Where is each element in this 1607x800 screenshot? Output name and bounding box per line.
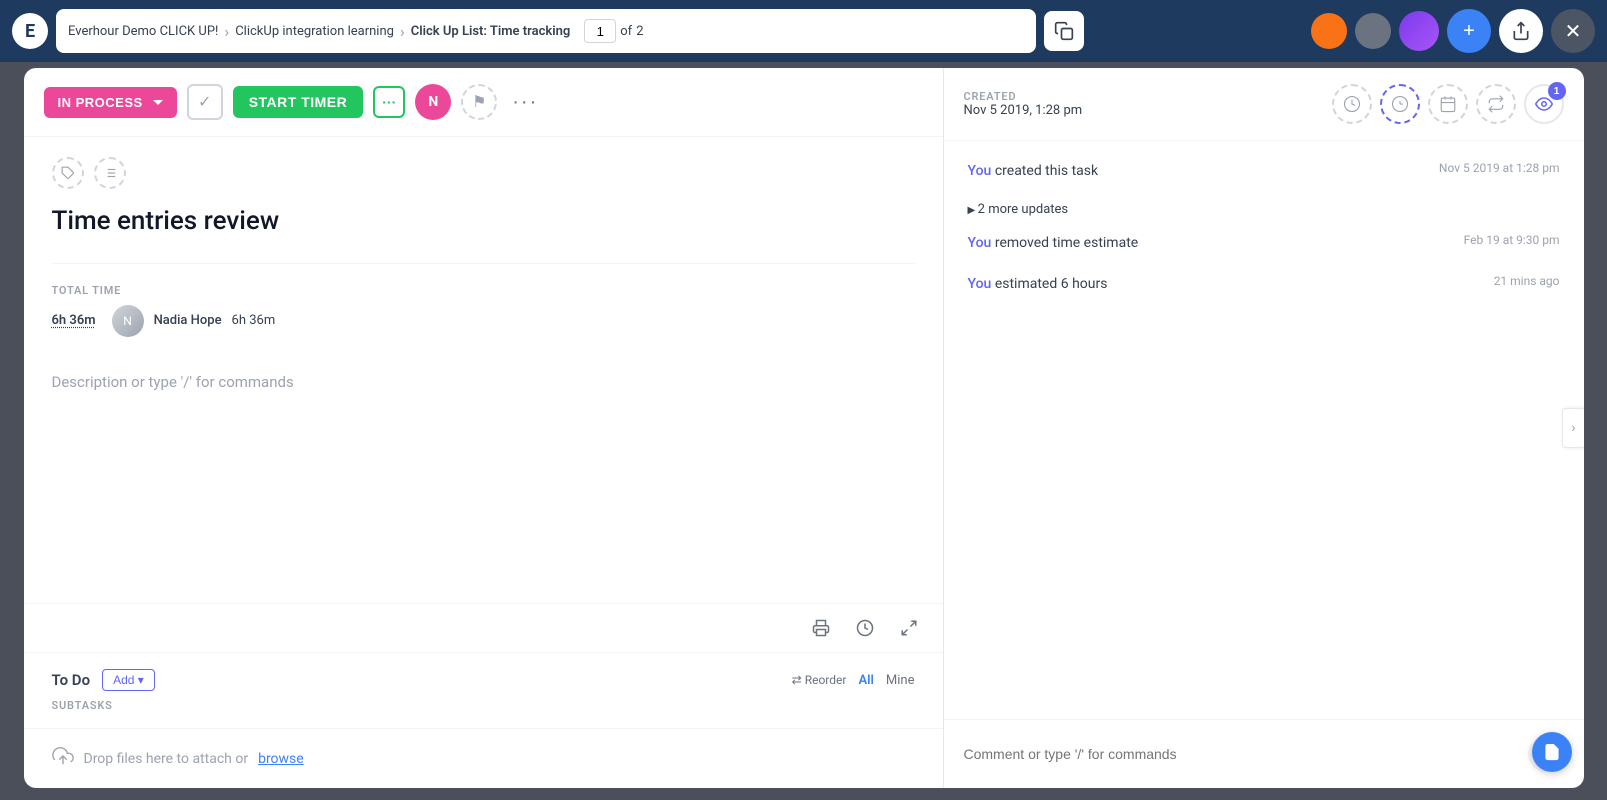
activity-actor-0: You xyxy=(968,163,992,179)
task-toolbar: IN PROCESS ✓ START TIMER ··· N ⚑ ··· xyxy=(24,68,943,137)
attach-area: Drop files here to attach or browse xyxy=(24,728,943,788)
editor-bottom-toolbar xyxy=(24,603,943,652)
filter-mine-button[interactable]: Mine xyxy=(886,673,915,688)
right-panel: CREATED Nov 5 2019, 1:28 pm xyxy=(944,68,1584,788)
toolbar-more-button[interactable]: ··· xyxy=(507,84,543,120)
total-time-label: TOTAL TIME xyxy=(52,284,915,297)
time-section: TOTAL TIME 6h 36m N Nadia Hope 6h 36m xyxy=(52,263,915,337)
created-label: CREATED xyxy=(964,90,1083,103)
copy-link-button[interactable] xyxy=(1044,11,1084,51)
breadcrumb-home[interactable]: Everhour Demo CLICK UP! xyxy=(68,24,218,39)
activity-feed: You created this task Nov 5 2019 at 1:28… xyxy=(944,141,1584,719)
nav-right-actions: + ✕ xyxy=(1311,9,1595,53)
assignee-avatar[interactable]: N xyxy=(415,84,451,120)
ellipsis-icon: ··· xyxy=(382,94,396,110)
start-timer-button[interactable]: START TIMER xyxy=(233,86,364,118)
breadcrumb-task[interactable]: Click Up List: Time tracking xyxy=(411,24,570,39)
browse-link[interactable]: browse xyxy=(258,751,304,767)
calendar-icon-button[interactable] xyxy=(1428,84,1468,124)
todo-section: To Do Add ▾ ⇄ Reorder All Mine SUBTASKS xyxy=(24,652,943,728)
todo-header: To Do Add ▾ ⇄ Reorder All Mine xyxy=(52,669,915,691)
subtasks-label: SUBTASKS xyxy=(52,699,915,712)
close-button[interactable]: ✕ xyxy=(1551,9,1595,53)
page-of-label: of xyxy=(620,24,632,39)
todo-title: To Do xyxy=(52,671,91,689)
repeat-icon-button[interactable] xyxy=(1476,84,1516,124)
activity-item-0: You created this task Nov 5 2019 at 1:28… xyxy=(968,161,1560,182)
breadcrumb-sep-2: › xyxy=(400,22,405,41)
activity-text-2: You estimated 6 hours xyxy=(968,274,1108,295)
activity-time-0: Nov 5 2019 at 1:28 pm xyxy=(1439,161,1560,175)
watcher-count-badge: 1 xyxy=(1548,82,1566,100)
user-avatar-2 xyxy=(1355,13,1391,49)
complete-button[interactable]: ✓ xyxy=(187,84,223,120)
todo-filters: ⇄ Reorder All Mine xyxy=(792,673,915,688)
expand-icon[interactable] xyxy=(895,614,923,642)
pagination: of 2 xyxy=(584,19,643,43)
notes-fab-button[interactable] xyxy=(1532,732,1572,772)
time-tracking-icon-button[interactable] xyxy=(1332,84,1372,124)
history-icon[interactable] xyxy=(851,614,879,642)
reorder-button[interactable]: ⇄ Reorder xyxy=(792,673,847,687)
task-title: Time entries review xyxy=(52,205,915,239)
activity-time-1: Feb 19 at 9:30 pm xyxy=(1464,233,1560,247)
flag-icon: ⚑ xyxy=(472,92,486,112)
status-button[interactable]: IN PROCESS xyxy=(44,87,177,118)
breadcrumb-section[interactable]: ClickUp integration learning xyxy=(235,24,394,39)
right-panel-header: CREATED Nov 5 2019, 1:28 pm xyxy=(944,68,1584,141)
list-icon[interactable] xyxy=(94,157,126,189)
breadcrumb: Everhour Demo CLICK UP! › ClickUp integr… xyxy=(56,9,1036,53)
activity-text-0: You created this task xyxy=(968,161,1099,182)
page-total: 2 xyxy=(636,24,643,39)
start-timer-label: START TIMER xyxy=(249,94,348,110)
priority-flag-button[interactable]: ⚑ xyxy=(461,84,497,120)
more-dots-icon: ··· xyxy=(512,91,538,114)
status-arrow-icon xyxy=(153,100,163,105)
created-date: Nov 5 2019, 1:28 pm xyxy=(964,103,1083,118)
user-avatar-1 xyxy=(1311,13,1347,49)
user-name: Nadia Hope xyxy=(154,313,222,328)
add-button[interactable]: + xyxy=(1447,9,1491,53)
task-meta-icons xyxy=(52,157,915,189)
total-time-value[interactable]: 6h 36m xyxy=(52,313,96,328)
description-field[interactable]: Description or type '/' for commands xyxy=(52,357,915,407)
timer-more-button[interactable]: ··· xyxy=(373,86,405,118)
filter-all-button[interactable]: All xyxy=(858,673,873,688)
timer-icon-button[interactable] xyxy=(1380,84,1420,124)
attach-text: Drop files here to attach or xyxy=(84,751,249,767)
top-navigation-bar: E Everhour Demo CLICK UP! › ClickUp inte… xyxy=(0,0,1607,62)
add-subtask-button[interactable]: Add ▾ xyxy=(102,669,155,691)
check-icon: ✓ xyxy=(198,92,211,112)
user-time-value: 6h 36m xyxy=(232,313,276,328)
activity-item-2: You estimated 6 hours 21 mins ago xyxy=(968,274,1560,295)
time-row: 6h 36m N Nadia Hope 6h 36m xyxy=(52,305,915,337)
page-number-input[interactable] xyxy=(584,19,616,43)
modal-overlay: IN PROCESS ✓ START TIMER ··· N ⚑ ··· xyxy=(0,62,1607,800)
left-panel: IN PROCESS ✓ START TIMER ··· N ⚑ ··· xyxy=(24,68,944,788)
user-time-entry: N Nadia Hope 6h 36m xyxy=(112,305,276,337)
comment-area xyxy=(944,719,1584,788)
comment-input[interactable] xyxy=(964,746,1518,762)
activity-time-2: 21 mins ago xyxy=(1494,274,1560,288)
print-icon[interactable] xyxy=(807,614,835,642)
user-avatar-main xyxy=(1399,11,1439,51)
watchers-button[interactable]: 1 xyxy=(1524,84,1564,124)
activity-item-1: You removed time estimate Feb 19 at 9:30… xyxy=(968,233,1560,254)
app-logo[interactable]: E xyxy=(12,13,48,49)
activity-text-1: You removed time estimate xyxy=(968,233,1139,254)
collapse-panel-button[interactable]: › xyxy=(1562,408,1584,448)
activity-actor-2: You xyxy=(968,276,992,292)
more-updates[interactable]: 2 more updates xyxy=(968,202,1560,217)
tag-icon[interactable] xyxy=(52,157,84,189)
created-info: CREATED Nov 5 2019, 1:28 pm xyxy=(964,90,1083,118)
breadcrumb-sep-1: › xyxy=(224,22,229,41)
task-content-area: Time entries review TOTAL TIME 6h 36m N … xyxy=(24,137,943,603)
task-modal: IN PROCESS ✓ START TIMER ··· N ⚑ ··· xyxy=(24,68,1584,788)
share-button[interactable] xyxy=(1499,9,1543,53)
activity-actor-1: You xyxy=(968,235,992,251)
upload-icon xyxy=(52,745,74,772)
user-avatar: N xyxy=(112,305,144,337)
